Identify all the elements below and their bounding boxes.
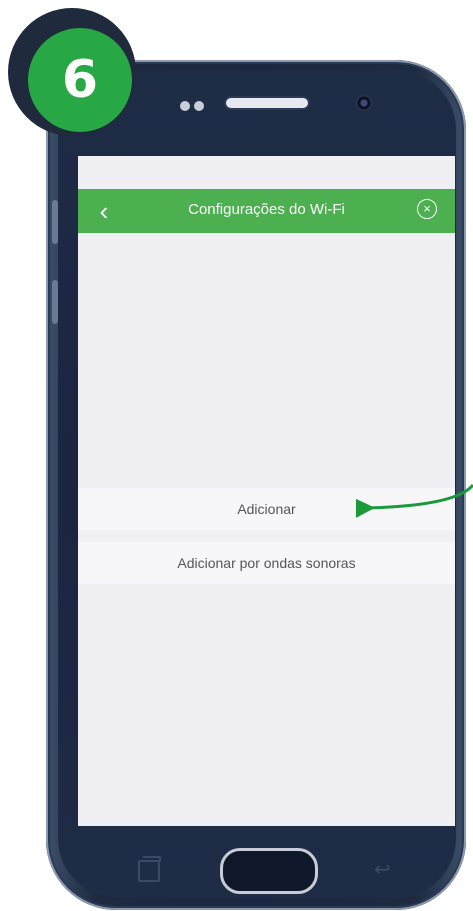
step-number: 6 (61, 50, 99, 110)
home-button[interactable] (220, 848, 318, 894)
page-title: Configurações do Wi-Fi (188, 201, 345, 218)
sensor-dots (180, 98, 208, 116)
list-item-adicionar-ondas-sonoras[interactable]: Adicionar por ondas sonoras (78, 542, 455, 584)
front-camera-icon (356, 95, 372, 111)
back-icon[interactable]: ↩ (374, 860, 398, 880)
pointer-arrow (356, 483, 473, 520)
step-badge: 6 (8, 8, 136, 136)
close-icon[interactable]: × (417, 199, 437, 219)
speaker-grill (226, 98, 308, 108)
recent-apps-icon[interactable] (138, 856, 161, 882)
app-bar: ‹ Configurações do Wi-Fi × (78, 189, 455, 233)
